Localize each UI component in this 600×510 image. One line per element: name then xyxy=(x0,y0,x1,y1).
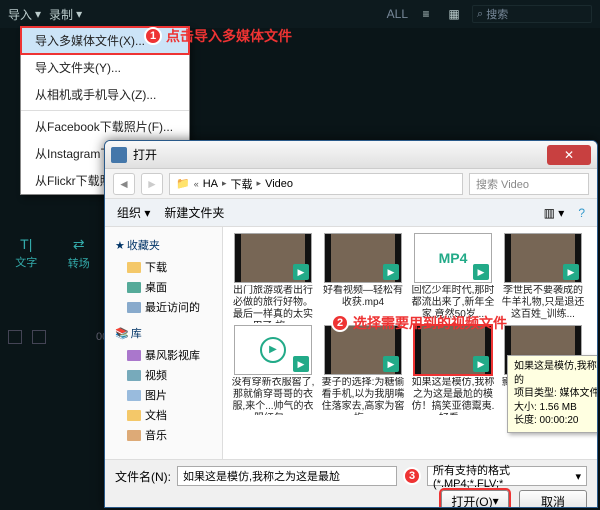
file-grid: ▶ 出门旅游或者出行必做的旅行好物。最后一样真的太实用了,旅... ▶ 好看视频—轻松… xyxy=(223,227,597,459)
play-icon: ▶ xyxy=(293,264,309,280)
view-options-icon[interactable]: ▥ ▾ xyxy=(544,206,565,220)
dialog-title: 打开 xyxy=(133,146,157,163)
file-open-dialog: 打开 ✕ ◄ ► 📁 « HA▸ 下载▸ Video 搜索 Video 组织 ▾… xyxy=(104,140,598,508)
file-caption: 李世民不要袭成的牛羊礼物,只是退还这百姓_训练... xyxy=(499,285,587,321)
file-item[interactable]: MP4▶回忆少年时代,那时都流出来了,新年全家,竟然50岁... xyxy=(409,233,497,323)
play-icon: ▶ xyxy=(473,356,489,372)
file-item[interactable]: ▶ 李世民不要袭成的牛羊礼物,只是退还这百姓_训练... xyxy=(499,233,587,323)
folder-icon: 📁 xyxy=(176,177,190,190)
sidebar-item[interactable]: 暴风影视库 xyxy=(109,345,218,365)
all-label: ALL xyxy=(387,7,408,21)
menu-facebook[interactable]: 从Facebook下载照片(F)... xyxy=(21,113,189,140)
dialog-footer: 文件名(N): 如果这是模仿,我称之为这是最尬 3 所有支持的格式 (*.MP4… xyxy=(105,459,597,508)
sidebar-item[interactable]: 视频 xyxy=(109,365,218,385)
sidebar-group-library[interactable]: 📚 库 xyxy=(115,325,212,341)
file-item[interactable]: ▶ 妻子的选择:为糖偷看手机,以为我朋嘴住落家去,高家为窖梅... xyxy=(319,325,407,415)
annotation-2: 2选择需要用到的视频文件 xyxy=(331,313,507,333)
cancel-button[interactable]: 取消 xyxy=(519,490,587,508)
transition-icon: ⇄ xyxy=(53,236,106,253)
file-item[interactable]: ▶ 如果这是模仿,我称之为这是最尬的模仿！搞笑亚德鬻夷.好看... xyxy=(409,325,497,415)
play-icon: ▶ xyxy=(383,356,399,372)
nav-back-icon[interactable]: ◄ xyxy=(113,173,135,195)
newfolder-button[interactable]: 新建文件夹 xyxy=(164,204,224,221)
view-grid-icon[interactable]: ▦ xyxy=(444,4,464,24)
play-icon: ▶ xyxy=(383,264,399,280)
filename-input[interactable]: 如果这是模仿,我称之为这是最尬 xyxy=(177,466,397,486)
sidebar-item[interactable]: 文档 xyxy=(109,405,218,425)
breadcrumb[interactable]: 📁 « HA▸ 下载▸ Video xyxy=(169,173,463,195)
import-menu-button[interactable]: 导入▾ xyxy=(8,6,41,23)
file-item[interactable]: ▶ 出门旅游或者出行必做的旅行好物。最后一样真的太实用了,旅... xyxy=(229,233,317,323)
dialog-sidebar: ★ 收藏夹 下载 桌面 最近访问的 📚 库 暴风影视库 视频 图片 文档 音乐 xyxy=(105,227,223,459)
sidebar-item[interactable]: 图片 xyxy=(109,385,218,405)
sidebar-item[interactable]: 桌面 xyxy=(109,277,218,297)
sidebar-group-favorites[interactable]: ★ 收藏夹 xyxy=(115,237,212,253)
annotation-1: 1点击导入多媒体文件 xyxy=(144,26,292,46)
chevron-down-icon: ▾ xyxy=(76,7,82,21)
text-icon: T| xyxy=(0,236,53,252)
tab-transition[interactable]: ⇄转场 xyxy=(53,230,106,277)
file-item[interactable]: ▶ 好看视频—轻松有收获.mp4 xyxy=(319,233,407,323)
dialog-navbar: ◄ ► 📁 « HA▸ 下载▸ Video 搜索 Video xyxy=(105,169,597,199)
help-icon[interactable]: ? xyxy=(578,206,585,220)
file-caption: 好看视频—轻松有收获.mp4 xyxy=(319,285,407,309)
nav-fwd-icon[interactable]: ► xyxy=(141,173,163,195)
chevron-down-icon: ▾ xyxy=(35,7,41,21)
filetype-filter[interactable]: 所有支持的格式 (*.MP4;*.FLV;* ▾ xyxy=(427,466,587,486)
file-item[interactable]: ▶▶没有穿新衣服窖了,那就偷穿哥哥的衣服,来个...帅气的衣服红包... xyxy=(229,325,317,415)
search-input[interactable]: ⌕ 搜索 xyxy=(472,5,592,23)
tab-text[interactable]: T|文字 xyxy=(0,230,53,277)
menu-import-camera[interactable]: 从相机或手机导入(Z)... xyxy=(21,81,189,108)
dialog-toolbar: 组织 ▾ 新建文件夹 ▥ ▾ ? xyxy=(105,199,597,227)
left-tool-tabs: T|文字 ⇄转场 xyxy=(0,230,105,277)
timeline-track-icon[interactable] xyxy=(8,330,22,344)
dialog-icon xyxy=(111,147,127,163)
view-list-icon[interactable]: ≡ xyxy=(416,4,436,24)
file-caption: 没有穿新衣服窖了,那就偷穿哥哥的衣服,来个...帅气的衣服红包... xyxy=(229,377,317,415)
file-caption: 妻子的选择:为糖偷看手机,以为我朋嘴住落家去,高家为窖梅... xyxy=(319,377,407,415)
search-icon: ⌕ xyxy=(477,8,483,21)
filename-label: 文件名(N): xyxy=(115,468,171,485)
play-icon: ▶ xyxy=(293,356,309,372)
timeline-track-icon[interactable] xyxy=(32,330,46,344)
play-icon: ▶ xyxy=(473,264,489,280)
file-caption: 出门旅游或者出行必做的旅行好物。最后一样真的太实用了,旅... xyxy=(229,285,317,323)
play-icon: ▶ xyxy=(563,264,579,280)
dialog-search-input[interactable]: 搜索 Video xyxy=(469,173,589,195)
menu-import-folder[interactable]: 导入文件夹(Y)... xyxy=(21,54,189,81)
organize-button[interactable]: 组织 ▾ xyxy=(117,204,150,221)
file-tooltip: 如果这是模仿,我称之为这是最尬的 项目类型: 媒体文件(.mp4) 大小: 1.… xyxy=(507,355,597,433)
dialog-titlebar: 打开 ✕ xyxy=(105,141,597,169)
app-topbar: 导入▾ 录制▾ ALL ≡ ▦ ⌕ 搜索 xyxy=(0,0,600,28)
open-button[interactable]: 打开(O) ▾ xyxy=(441,490,509,508)
close-icon[interactable]: ✕ xyxy=(547,145,591,165)
sidebar-item[interactable]: 下载 xyxy=(109,257,218,277)
record-menu-button[interactable]: 录制▾ xyxy=(49,6,82,23)
sidebar-item[interactable]: 音乐 xyxy=(109,425,218,445)
file-caption: 如果这是模仿,我称之为这是最尬的模仿！搞笑亚德鬻夷.好看... xyxy=(409,377,497,415)
annotation-3: 3 xyxy=(403,467,421,485)
sidebar-item[interactable]: 最近访问的 xyxy=(109,297,218,317)
